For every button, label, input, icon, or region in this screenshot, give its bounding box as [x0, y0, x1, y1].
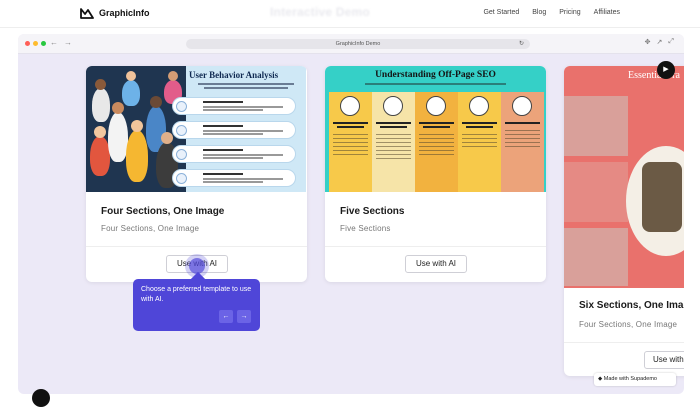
card-title: Five Sections	[340, 206, 405, 217]
card-title: Six Sections, One Image	[579, 300, 684, 311]
info-row	[172, 169, 296, 187]
graphicinfo-logo-icon	[80, 8, 94, 19]
nav-link-blog[interactable]: Blog	[532, 9, 546, 16]
card-divider	[86, 246, 307, 247]
card-divider	[564, 342, 684, 343]
header-faded-title: Interactive Demo	[270, 5, 370, 19]
back-arrow-icon[interactable]: ←	[50, 38, 58, 47]
section-column	[415, 92, 458, 192]
template-card-four-sections[interactable]: User Behavior Analysis Four Sections, On…	[86, 66, 307, 282]
preview-heading: User Behavior Analysis	[189, 70, 279, 80]
maximize-dot-icon[interactable]	[41, 41, 46, 46]
expand-icon[interactable]: ⤢	[668, 38, 674, 46]
nav-link-pricing[interactable]: Pricing	[559, 9, 580, 16]
card-divider	[325, 246, 546, 247]
url-text: GraphicInfo Demo	[335, 41, 381, 47]
play-icon[interactable]: ▶	[657, 61, 675, 79]
browser-nav: ← →	[50, 38, 72, 47]
external-link-icon[interactable]: ↗	[657, 38, 663, 46]
info-row	[172, 121, 296, 139]
template-card-six-sections[interactable]: Essential Tra Six Sections, One Image Fo…	[564, 66, 684, 376]
use-with-ai-button[interactable]: Use with	[644, 351, 684, 369]
info-row	[172, 145, 296, 163]
use-with-ai-button[interactable]: Use with AI	[405, 255, 467, 273]
template-preview-image: Essential Tra	[564, 66, 684, 288]
tooltip-next-button[interactable]: →	[237, 310, 251, 323]
reload-icon[interactable]: ↻	[519, 39, 524, 49]
site-header: GraphicInfo Interactive Demo Get Started…	[0, 0, 700, 28]
nav-link-get-started[interactable]: Get Started	[483, 9, 519, 16]
browser-toolbar: ← → GraphicInfo Demo ↻ ✥ ↗ ⤢	[18, 34, 684, 54]
supademo-logo-icon: ◆	[598, 376, 603, 382]
arrow-right-icon: →	[240, 313, 248, 320]
brand[interactable]: GraphicInfo	[80, 7, 150, 19]
people-illustration	[86, 66, 186, 192]
window-controls	[25, 41, 46, 46]
brand-name: GraphicInfo	[99, 8, 150, 18]
preview-heading: Understanding Off-Page SEO	[375, 70, 496, 80]
tooltip-prev-button[interactable]: ←	[219, 310, 233, 323]
chat-widget-icon[interactable]	[32, 389, 50, 407]
minimize-dot-icon[interactable]	[33, 41, 38, 46]
arrow-left-icon: ←	[222, 313, 230, 320]
section-column	[501, 92, 544, 192]
card-subtitle: Four Sections, One Image	[101, 224, 200, 233]
section-column	[372, 92, 415, 192]
section-column	[329, 92, 372, 192]
forward-arrow-icon[interactable]: →	[64, 38, 72, 47]
card-subtitle: Five Sections	[340, 224, 391, 233]
tooltip-text: Choose a preferred template to use with …	[141, 286, 252, 303]
tour-tooltip: Choose a preferred template to use with …	[133, 271, 260, 331]
info-row	[172, 97, 296, 115]
close-dot-icon[interactable]	[25, 41, 30, 46]
badge-text: Made with Supademo	[603, 376, 657, 382]
demo-browser-frame: ← → GraphicInfo Demo ↻ ✥ ↗ ⤢ User Behavi…	[18, 34, 684, 394]
card-title: Four Sections, One Image	[101, 206, 225, 217]
nav-links: Get Started Blog Pricing Affiliates	[483, 9, 620, 16]
move-icon[interactable]: ✥	[645, 38, 651, 46]
template-preview-image: User Behavior Analysis	[86, 66, 307, 192]
section-column	[458, 92, 501, 192]
card-subtitle: Four Sections, One Image	[579, 320, 678, 329]
made-with-supademo-badge[interactable]: ◆ Made with Supademo	[594, 373, 676, 386]
nav-link-affiliates[interactable]: Affiliates	[594, 9, 620, 16]
browser-actions: ✥ ↗ ⤢	[645, 38, 674, 46]
template-preview-image: Understanding Off-Page SEO	[325, 66, 546, 192]
template-card-five-sections[interactable]: Understanding Off-Page SEO Five Sections…	[325, 66, 546, 282]
url-bar[interactable]: GraphicInfo Demo ↻	[186, 39, 530, 49]
